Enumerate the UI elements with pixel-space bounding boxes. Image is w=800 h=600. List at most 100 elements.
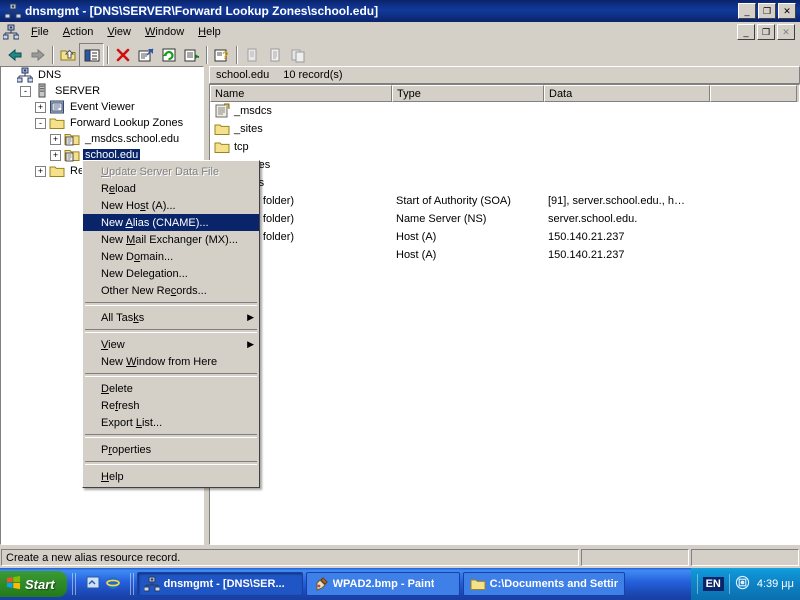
show-desktop-icon[interactable] xyxy=(85,575,101,594)
mdi-child-icon[interactable] xyxy=(2,24,20,40)
record-row[interactable]: tcp xyxy=(210,138,799,156)
collapse-expander-icon[interactable]: - xyxy=(35,117,46,129)
zone-context-menu[interactable]: Update Server Data File Reload New Host (A… xyxy=(82,160,260,488)
refresh-icon[interactable] xyxy=(157,44,180,66)
expand-expander-icon[interactable]: + xyxy=(35,165,46,177)
context-menu-separator xyxy=(85,329,257,333)
taskbar-button[interactable]: WPAD2.bmp - Paint xyxy=(305,572,460,596)
menu-action[interactable]: Action xyxy=(56,24,101,40)
context-menu-item-new-host-a[interactable]: New Host (A)... xyxy=(83,197,259,214)
taskbar-button[interactable]: C:\Documents and Settin... xyxy=(462,572,625,596)
context-menu-item-properties[interactable]: Properties xyxy=(83,441,259,458)
context-menu-item-view[interactable]: View ▶ xyxy=(83,336,259,353)
listview-column-header-name[interactable]: Name xyxy=(210,85,392,102)
tree-node-dns[interactable]: DNS xyxy=(1,67,203,83)
record-row[interactable]: _msdcs xyxy=(210,102,799,120)
records-listview[interactable]: Name Type Data _msdcs _sitestcp nDnsZonesDns… xyxy=(209,84,800,545)
language-indicator[interactable]: EN xyxy=(702,577,724,591)
export-list-icon[interactable] xyxy=(180,44,203,66)
menu-file[interactable]: File xyxy=(24,24,56,40)
context-menu-item-delete[interactable]: Delete xyxy=(83,380,259,397)
network-icon[interactable] xyxy=(735,575,750,593)
tree-node-msdcs-school-edu[interactable]: + _msdcs.school.edu xyxy=(1,131,203,147)
record-cell-text: server.school.edu. xyxy=(548,213,638,225)
context-menu-item-refresh[interactable]: Refresh xyxy=(83,397,259,414)
record-row[interactable]: as parent folder)Start of Authority (SOA… xyxy=(210,192,799,210)
record-cell-data: 150.140.21.237 xyxy=(544,249,710,261)
menu-view[interactable]: View xyxy=(100,24,138,40)
internet-explorer-icon[interactable] xyxy=(105,575,121,594)
folder-icon xyxy=(49,115,65,131)
folder-icon xyxy=(49,163,65,179)
tree-node-event-viewer[interactable]: + Event Viewer xyxy=(1,99,203,115)
minimize-button[interactable]: _ xyxy=(738,3,756,19)
taskbar-clock[interactable]: 4:39 μμ xyxy=(757,578,794,590)
taskband-grip[interactable] xyxy=(129,573,134,595)
back-icon[interactable] xyxy=(3,44,26,66)
context-menu-item-new-window-from-here[interactable]: New Window from Here xyxy=(83,353,259,370)
context-menu-item-reload[interactable]: Reload xyxy=(83,180,259,197)
context-menu-item-label: New Mail Exchanger (MX)... xyxy=(101,233,238,246)
collapse-expander-icon[interactable]: - xyxy=(20,85,31,97)
record-row[interactable]: Host (A) 150.140.21.237 xyxy=(210,246,799,264)
expand-expander-icon[interactable]: + xyxy=(50,149,61,161)
tree-node-label: Forward Lookup Zones xyxy=(70,117,184,129)
delete-icon[interactable] xyxy=(111,44,134,66)
status-bar: Create a new alias resource record. xyxy=(0,547,800,568)
help-icon[interactable]: ? xyxy=(210,44,233,66)
close-button[interactable]: ✕ xyxy=(778,3,796,19)
context-menu-item-other-new-records[interactable]: Other New Records... xyxy=(83,282,259,299)
record-row[interactable]: as parent folder)Name Server (NS)server.… xyxy=(210,210,799,228)
listview-header[interactable]: Name Type Data xyxy=(210,85,799,102)
record-cell-text: [91], server.school.edu., h… xyxy=(548,195,685,207)
record-row[interactable]: as parent folder)Host (A)150.140.21.237 xyxy=(210,228,799,246)
listview-column-header-data[interactable]: Data xyxy=(544,85,710,102)
child-close-button[interactable]: ✕ xyxy=(777,24,795,40)
svg-text:?: ? xyxy=(222,50,229,62)
menu-help[interactable]: Help xyxy=(191,24,228,40)
record-row[interactable]: nDnsZones xyxy=(210,156,799,174)
tree-node-label: Event Viewer xyxy=(70,101,135,113)
context-menu-item-export-list[interactable]: Export List... xyxy=(83,414,259,431)
taskbar-button-label: WPAD2.bmp - Paint xyxy=(332,578,435,590)
context-menu-item-label: Delete xyxy=(101,382,133,395)
document-icon xyxy=(263,44,286,66)
expand-expander-icon[interactable]: + xyxy=(50,133,61,145)
context-menu-item-help[interactable]: Help xyxy=(83,468,259,485)
maximize-button[interactable]: ❐ xyxy=(758,3,776,19)
tree-node-server[interactable]: - SERVER xyxy=(1,83,203,99)
context-menu-item-new-domain[interactable]: New Domain... xyxy=(83,248,259,265)
taskbar-button[interactable]: dnsmgmt - [DNS\SER... xyxy=(136,572,303,596)
toolbar-divider-4 xyxy=(236,46,237,64)
toolbar-divider-2 xyxy=(107,46,108,64)
tree-node-forward-lookup-zones[interactable]: - Forward Lookup Zones xyxy=(1,115,203,131)
quicklaunch-grip[interactable] xyxy=(71,573,76,595)
context-menu-item-label: Properties xyxy=(101,443,152,456)
child-minimize-button[interactable]: _ xyxy=(737,24,755,40)
menu-window[interactable]: Window xyxy=(138,24,191,40)
expand-expander-icon[interactable]: + xyxy=(35,101,46,113)
show-hide-tree-icon[interactable] xyxy=(79,43,104,67)
record-cell-data: server.school.edu. xyxy=(544,213,710,225)
context-menu-separator xyxy=(85,434,257,438)
properties-icon[interactable] xyxy=(134,44,157,66)
start-button[interactable]: Start xyxy=(0,571,67,597)
toolbar: ? xyxy=(0,43,800,68)
record-row[interactable]: DnsZones xyxy=(210,174,799,192)
context-menu-separator xyxy=(85,461,257,465)
context-menu-item-update-server-data-file: Update Server Data File xyxy=(83,163,259,180)
folder-icon xyxy=(214,121,230,137)
listview-body[interactable]: _msdcs_sitestcpnDnsZonesDnsZonesas paren… xyxy=(210,102,799,544)
context-menu-item-all-tasks[interactable]: All Tasks ▶ xyxy=(83,309,259,326)
window-title-bar[interactable]: dnsmgmt - [DNS\SERVER\Forward Lookup Zon… xyxy=(0,0,800,22)
listview-column-header-type[interactable]: Type xyxy=(392,85,544,102)
delegation-folder-icon xyxy=(214,103,230,119)
context-menu-item-new-delegation[interactable]: New Delegation... xyxy=(83,265,259,282)
child-restore-button[interactable]: ❐ xyxy=(757,24,775,40)
context-menu-item-new-alias-cname[interactable]: New Alias (CNAME)... xyxy=(83,214,259,231)
up-one-level-icon[interactable] xyxy=(56,44,79,66)
record-row[interactable]: _sites xyxy=(210,120,799,138)
listview-column-header-blank[interactable] xyxy=(710,85,797,102)
status-message: Create a new alias resource record. xyxy=(1,549,579,566)
context-menu-item-new-mail-exchanger-mx[interactable]: New Mail Exchanger (MX)... xyxy=(83,231,259,248)
